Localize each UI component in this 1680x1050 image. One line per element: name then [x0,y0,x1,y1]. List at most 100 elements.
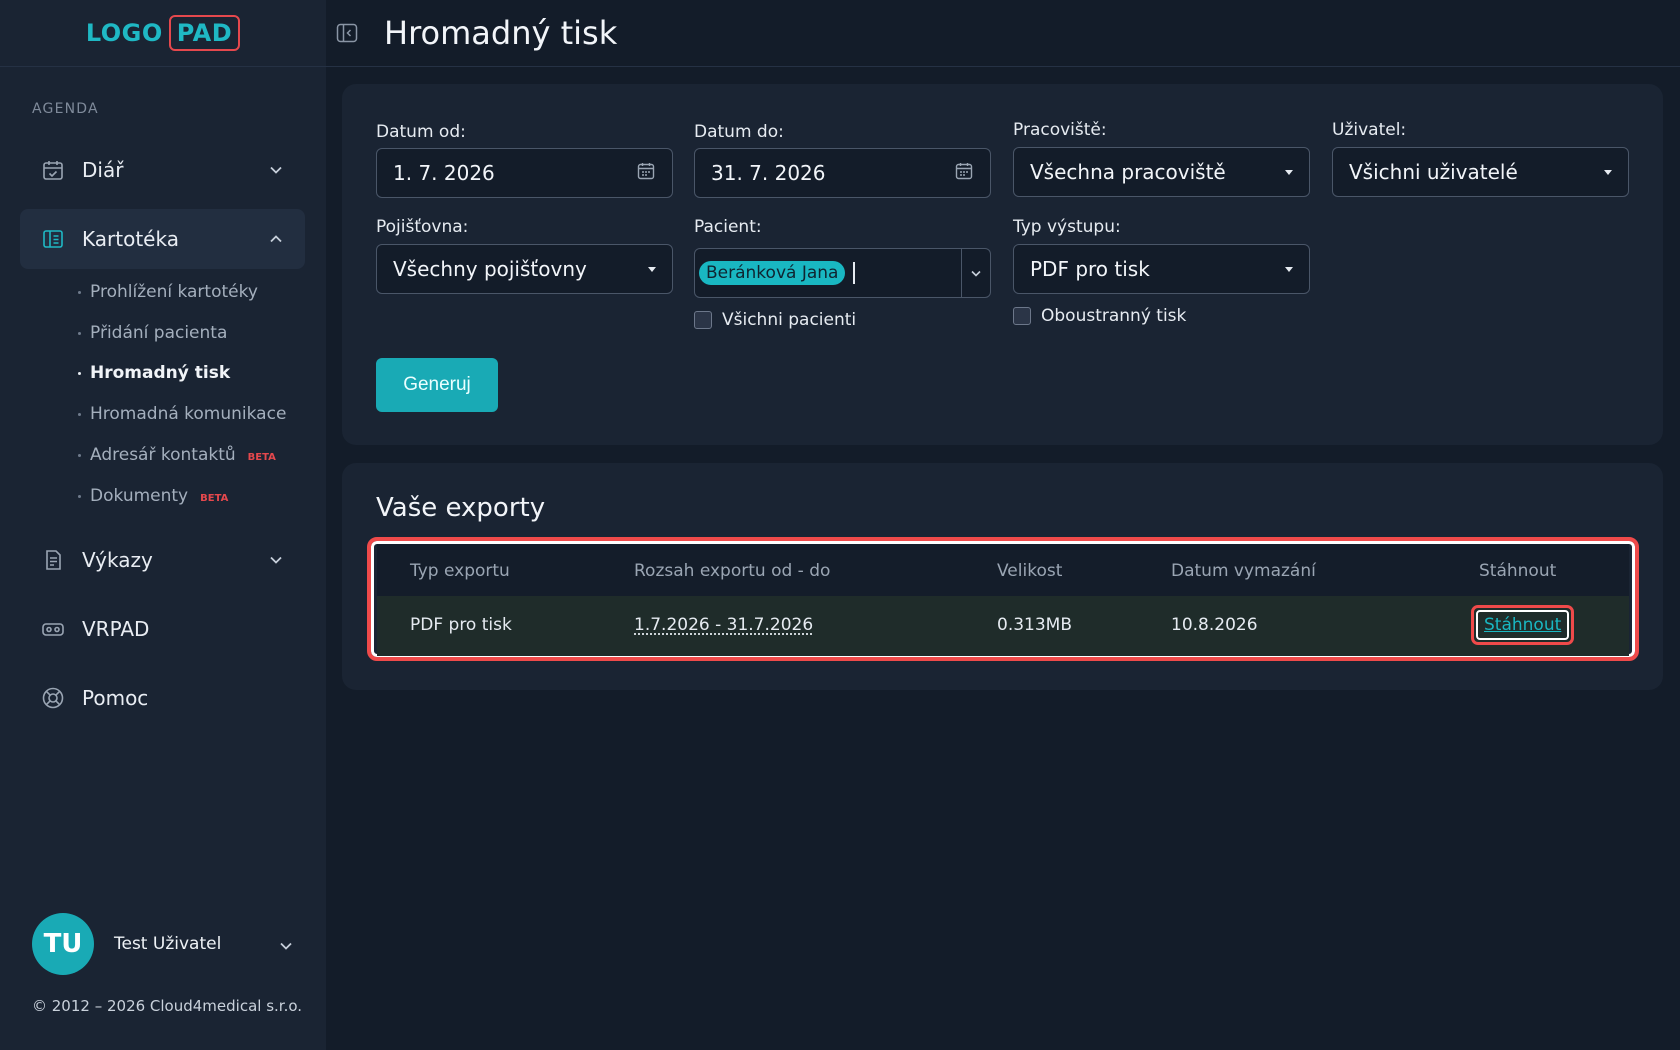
bullet-dot [78,453,81,457]
sidebar-item-pomoc[interactable]: Pomoc [20,668,305,728]
logo-text-left: LOGO [85,19,163,47]
sidebar-item-label: Kartotéka [82,227,179,251]
sidebar-item-label: Výkazy [82,548,153,572]
date-from-value: 1. 7. 2026 [393,161,495,185]
cell-delete-date: 10.8.2026 [1171,615,1258,635]
insurer-value: Všechny pojišťovny [393,257,587,281]
subitem-label: Dokumenty [90,486,189,506]
avatar: TU [32,913,94,975]
bullet-dot [78,371,81,375]
sidebar-subitem-pridani[interactable]: Přidání pacienta [78,323,227,343]
calendar-icon[interactable] [954,161,974,185]
chevron-down-icon [280,935,292,954]
download-link[interactable]: Stáhnout [1476,610,1570,640]
sidebar-subitem-hromadny-tisk[interactable]: Hromadný tisk [78,363,230,383]
chevron-up-icon [269,232,283,246]
cell-export-type: PDF pro tisk [410,615,512,635]
generate-button[interactable]: Generuj [376,358,498,412]
subitem-label: Prohlížení kartotéky [90,282,258,302]
caret-down-icon [1285,266,1293,272]
logo[interactable]: LOGO PAD [85,15,241,51]
sidebar-item-label: Diář [82,158,124,182]
sidebar-subitem-komunikace[interactable]: Hromadná komunikace [78,404,286,424]
date-to-label: Datum do: [694,122,784,142]
caret-down-icon [1604,169,1612,175]
date-to-input[interactable]: 31. 7. 2026 [694,148,991,198]
duplex-checkbox[interactable]: Oboustranný tisk [1013,306,1186,326]
sidebar-item-label: Pomoc [82,686,149,710]
lifebuoy-icon [40,685,66,711]
sidebar-item-vykazy[interactable]: Výkazy [20,530,305,590]
logo-text-right: PAD [168,15,241,51]
sidebar-item-diar[interactable]: Diář [20,140,305,200]
table-row: PDF pro tisk 1.7.2026 - 31.7.2026 0.313M… [377,596,1629,656]
caret-down-icon [648,266,656,272]
workplace-select[interactable]: Všechna pracoviště [1013,147,1310,197]
column-header: Datum vymazání [1171,561,1316,581]
column-header: Rozsah exportu od - do [634,561,831,581]
card-file-icon [40,226,66,252]
all-patients-checkbox[interactable]: Všichni pacienti [694,310,856,330]
bullet-dot [78,290,81,294]
subitem-label: Hromadný tisk [90,363,231,383]
section-label-agenda: AGENDA [32,101,99,117]
cell-size: 0.313MB [997,615,1072,635]
workplace-value: Všechna pracoviště [1030,160,1226,184]
report-icon [40,547,66,573]
filter-panel: Datum od: 1. 7. 2026 Datum do: 31. 7. 20… [342,84,1663,445]
column-header: Stáhnout [1479,561,1557,581]
user-filter-label: Uživatel: [1332,120,1407,140]
date-to-value: 31. 7. 2026 [711,161,826,185]
subitem-label: Přidání pacienta [90,323,228,343]
user-name: Test Uživatel [114,934,222,954]
sidebar-collapse-icon[interactable] [336,22,358,44]
patient-label: Pacient: [694,217,762,237]
subitem-label: Adresář kontaktů [90,445,236,465]
cell-export-range[interactable]: 1.7.2026 - 31.7.2026 [634,615,813,635]
bullet-dot [78,331,81,335]
output-type-select[interactable]: PDF pro tisk [1013,244,1310,294]
vr-headset-icon [40,616,66,642]
user-select[interactable]: Všichni uživatelé [1332,147,1629,197]
exports-title: Vaše exporty [376,493,546,523]
chevron-down-icon[interactable] [962,270,990,277]
user-menu[interactable]: TU Test Uživatel [32,913,292,975]
beta-badge: BETA [200,492,229,504]
checkbox-box[interactable] [694,311,712,329]
page-title: Hromadný tisk [384,14,618,52]
calendar-check-icon [40,157,66,183]
logo-bar: LOGO PAD [0,0,326,67]
insurer-select[interactable]: Všechny pojišťovny [376,244,673,294]
sidebar-item-kartoteka[interactable]: Kartotéka [20,209,305,269]
table-header: Typ exportu Rozsah exportu od - do Velik… [377,544,1629,596]
sidebar-subitem-adresar[interactable]: Adresář kontaktů BETA [78,445,276,465]
workplace-label: Pracoviště: [1013,120,1107,140]
subitem-label: Hromadná komunikace [90,404,287,424]
exports-panel: Vaše exporty Typ exportu Rozsah exportu … [342,463,1663,690]
sidebar-subitem-dokumenty[interactable]: Dokumenty BETA [78,486,228,506]
sidebar-subitem-prohlizeni[interactable]: Prohlížení kartotéky [78,282,258,302]
date-from-label: Datum od: [376,122,466,142]
chevron-down-icon [269,163,283,177]
download-highlight: Stáhnout [1471,605,1575,645]
user-filter-value: Všichni uživatelé [1349,160,1518,184]
copyright: © 2012 – 2026 Cloud4medical s.r.o. [32,997,303,1015]
sidebar-item-label: VRPAD [82,617,150,641]
patient-chip[interactable]: Beránková Jana [699,261,846,285]
caret-down-icon [1285,169,1293,175]
header: Hromadný tisk [326,0,1680,67]
bullet-dot [78,494,81,498]
text-cursor [853,262,855,284]
patient-multiselect[interactable]: Beránková Jana [694,248,991,298]
output-type-value: PDF pro tisk [1030,257,1150,281]
chevron-down-icon [269,553,283,567]
sidebar: LOGO PAD AGENDA Diář Kartotéka Prohlížen… [0,0,326,1050]
calendar-icon[interactable] [636,161,656,185]
insurer-label: Pojišťovna: [376,217,469,237]
sidebar-item-vrpad[interactable]: VRPAD [20,599,305,659]
checkbox-label: Všichni pacienti [722,310,857,330]
column-header: Velikost [997,561,1063,581]
date-from-input[interactable]: 1. 7. 2026 [376,148,673,198]
checkbox-box[interactable] [1013,307,1031,325]
output-type-label: Typ výstupu: [1013,217,1121,237]
